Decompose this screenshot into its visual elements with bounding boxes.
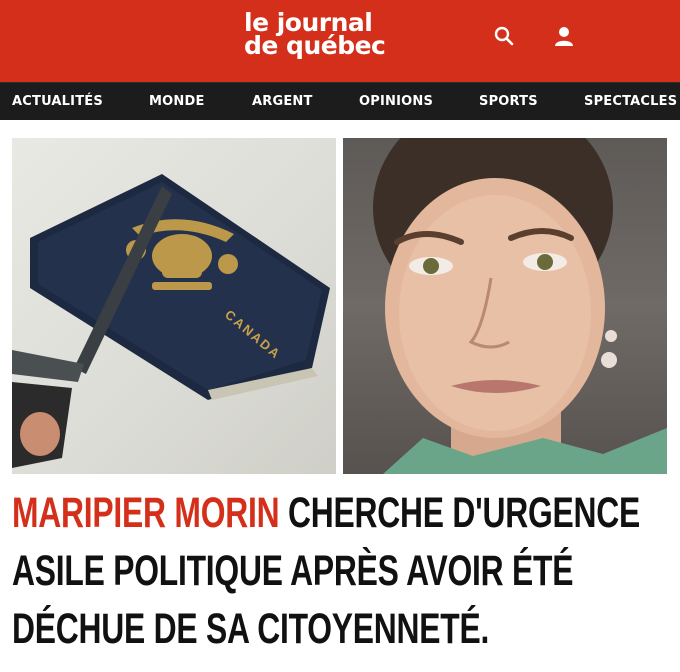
account-button[interactable] bbox=[552, 24, 576, 48]
nav-item-opinions[interactable]: OPINIONS bbox=[359, 83, 433, 121]
main-nav: ACTUALITÉS MONDE ARGENT OPINIONS SPORTS … bbox=[0, 82, 680, 120]
portrait-illustration bbox=[373, 138, 667, 474]
portrait-photo[interactable] bbox=[343, 138, 667, 474]
search-button[interactable] bbox=[492, 24, 516, 48]
nav-item-actualites[interactable]: ACTUALITÉS bbox=[12, 83, 103, 121]
nav-item-spectacles[interactable]: SPECTACLES bbox=[584, 83, 677, 121]
headline-name: MARIPIER MORIN bbox=[12, 489, 280, 537]
logo-line-2: de québec bbox=[244, 31, 386, 60]
search-icon bbox=[494, 26, 514, 46]
article-headline[interactable]: MARIPIER MORIN CHERCHE D'URGENCE ASILE P… bbox=[12, 484, 674, 658]
nav-item-monde[interactable]: MONDE bbox=[149, 83, 205, 121]
nav-item-sports[interactable]: SPORTS bbox=[479, 83, 538, 121]
site-logo[interactable]: le journal de québec bbox=[244, 10, 434, 60]
site-header: le journal de québec bbox=[0, 0, 680, 82]
passport-illustration: CANADA bbox=[12, 174, 330, 468]
nav-item-argent[interactable]: ARGENT bbox=[252, 83, 313, 121]
passport-photo[interactable]: CANADA bbox=[12, 138, 336, 474]
user-icon bbox=[555, 27, 573, 46]
